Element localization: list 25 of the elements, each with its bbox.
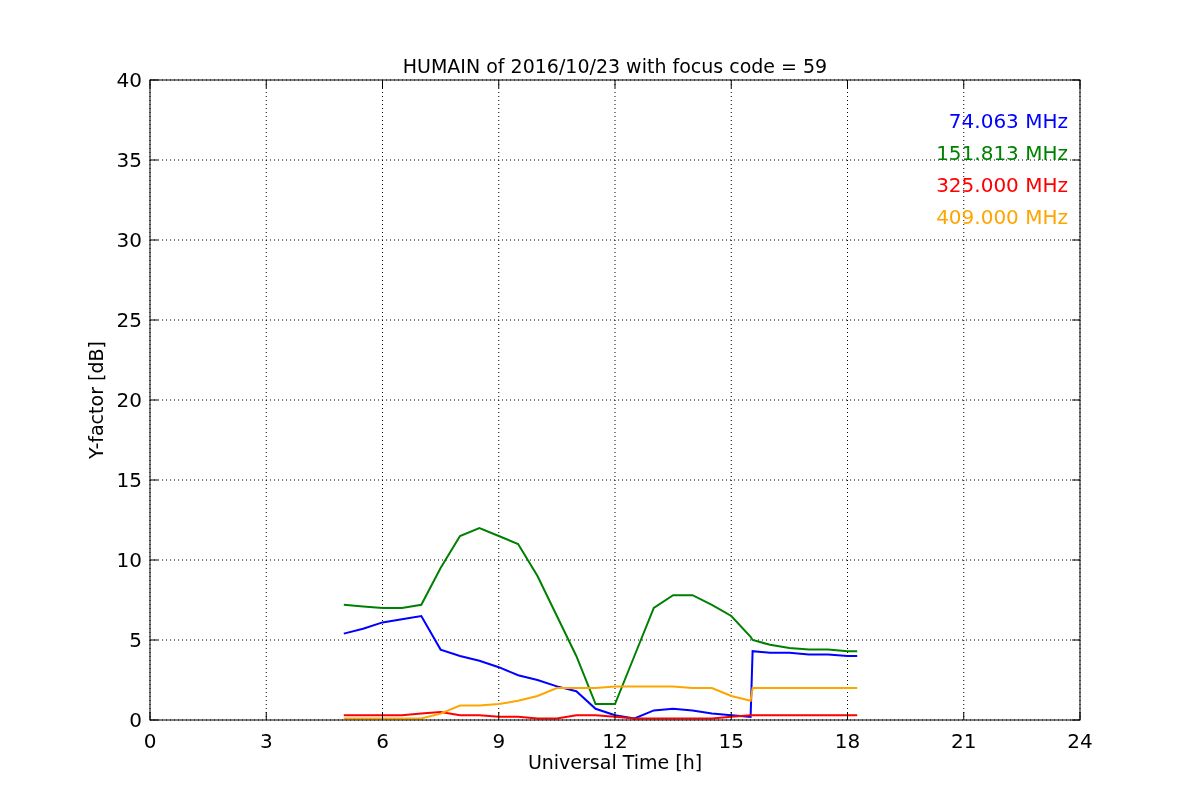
legend-label: 151.813 MHz <box>936 141 1068 165</box>
tick-label: 10 <box>116 548 142 572</box>
tick-label: 3 <box>259 729 273 753</box>
tick-label: 18 <box>834 729 861 753</box>
tick-label: 9 <box>492 729 506 753</box>
tick-label: 15 <box>116 468 142 492</box>
axis-label: Y-factor [dB] <box>85 341 107 459</box>
tick-label: 24 <box>1067 729 1093 753</box>
legend-label: 325.000 MHz <box>936 173 1068 197</box>
chart-title: HUMAIN of 2016/10/23 with focus code = 59 <box>402 55 828 77</box>
tick-label: 35 <box>116 148 142 172</box>
tick-label: 12 <box>602 729 628 753</box>
tick-label: 5 <box>129 628 142 652</box>
tick-label: 21 <box>951 729 977 753</box>
tick-label: 6 <box>376 729 389 753</box>
legend-label: 74.063 MHz <box>948 109 1068 133</box>
tick-label: 0 <box>129 708 142 732</box>
tick-label: 15 <box>718 729 744 753</box>
axis-label: Universal Time [h] <box>527 751 703 773</box>
tick-label: 25 <box>116 308 142 332</box>
legend-label: 409.000 MHz <box>936 205 1068 229</box>
tick-label: 40 <box>116 68 142 92</box>
tick-label: 20 <box>116 388 142 412</box>
tick-label: 0 <box>143 729 157 753</box>
tick-label: 30 <box>116 228 142 252</box>
